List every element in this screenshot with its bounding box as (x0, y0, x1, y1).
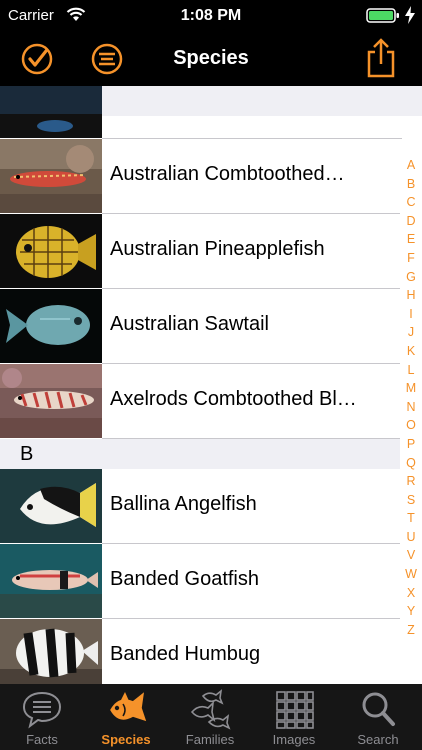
fish-family-icon (190, 689, 231, 730)
species-thumbnail (0, 289, 102, 363)
section-letter: B (20, 443, 34, 465)
species-name: Banded Humbug (110, 643, 261, 665)
list-item[interactable]: Banded Humbug (0, 619, 402, 684)
index-letter-d[interactable]: D (400, 212, 422, 231)
species-thumbnail (0, 139, 102, 213)
grid-icon (276, 691, 314, 729)
index-letter-s[interactable]: S (400, 491, 422, 510)
tab-families[interactable]: Families (168, 684, 252, 750)
index-letter-u[interactable]: U (400, 528, 422, 547)
section-index[interactable]: A B C D E F G H I J K L M N O P Q R S T … (400, 156, 422, 640)
tab-facts[interactable]: Facts (0, 684, 84, 750)
species-thumbnail (0, 214, 102, 288)
species-thumbnail (0, 544, 102, 618)
tab-label: Search (357, 732, 399, 747)
index-letter-f[interactable]: F (400, 249, 422, 268)
index-letter-a[interactable]: A (400, 156, 422, 175)
list-item[interactable]: Australian Pineapplefish (0, 214, 402, 289)
index-letter-v[interactable]: V (400, 546, 422, 565)
list-item[interactable]: Australian Combtoothed… (0, 139, 402, 214)
tab-species[interactable]: Species (84, 684, 168, 750)
index-letter-b[interactable]: B (400, 175, 422, 194)
index-letter-k[interactable]: K (400, 342, 422, 361)
clock: 1:08 PM (180, 7, 242, 24)
species-name: Axelrods Combtoothed Bl… (110, 388, 357, 410)
tab-label: Facts (26, 732, 58, 747)
index-letter-e[interactable]: E (400, 230, 422, 249)
species-name: Banded Goatfish (110, 568, 259, 590)
index-letter-g[interactable]: G (400, 268, 422, 287)
species-screen: Carrier 1:08 PM Species Australian Combt… (0, 0, 422, 750)
species-name: Australian Combtoothed… (110, 163, 345, 185)
index-letter-o[interactable]: O (400, 416, 422, 435)
page-title: Species (173, 47, 249, 69)
list-item[interactable]: Australian Sawtail (0, 289, 402, 364)
share-icon (367, 38, 395, 78)
species-name: Ballina Angelfish (110, 493, 257, 515)
index-letter-q[interactable]: Q (400, 454, 422, 473)
species-thumbnail (0, 469, 102, 543)
tab-bar: Facts Species Families Images Search (0, 684, 422, 750)
search-icon (362, 692, 395, 726)
index-letter-t[interactable]: T (400, 509, 422, 528)
index-letter-x[interactable]: X (400, 584, 422, 603)
share-button[interactable] (363, 36, 399, 80)
list-item[interactable]: Ballina Angelfish (0, 469, 402, 544)
tab-images[interactable]: Images (252, 684, 336, 750)
index-letter-m[interactable]: M (400, 379, 422, 398)
index-letter-y[interactable]: Y (400, 602, 422, 621)
species-thumbnail (0, 619, 102, 684)
species-name: Australian Pineapplefish (110, 238, 325, 260)
tab-search[interactable]: Search (336, 684, 420, 750)
index-letter-z[interactable]: Z (400, 621, 422, 640)
section-header-b: B (0, 439, 422, 469)
charging-bolt-icon (405, 6, 415, 24)
species-thumbnail (0, 364, 102, 438)
tab-label: Species (101, 732, 151, 747)
index-letter-l[interactable]: L (400, 361, 422, 380)
index-letter-r[interactable]: R (400, 472, 422, 491)
status-bar: Carrier 1:08 PM (0, 0, 422, 32)
index-letter-w[interactable]: W (400, 565, 422, 584)
list-item[interactable] (0, 86, 402, 139)
navigation-bar: Species (0, 32, 422, 86)
species-name: Australian Sawtail (110, 313, 269, 335)
speech-bubble-icon (22, 691, 62, 729)
index-letter-h[interactable]: H (400, 286, 422, 305)
index-letter-n[interactable]: N (400, 398, 422, 417)
tab-label: Images (272, 732, 316, 747)
species-list[interactable]: A Australian Com (0, 86, 422, 684)
species-thumbnail (0, 86, 102, 138)
battery-icon (366, 8, 399, 23)
list-item[interactable]: Axelrods Combtoothed Bl… (0, 364, 402, 439)
index-letter-i[interactable]: I (400, 305, 422, 324)
index-letter-j[interactable]: J (400, 323, 422, 342)
fish-icon (110, 692, 147, 722)
index-letter-c[interactable]: C (400, 193, 422, 212)
list-item[interactable]: Banded Goatfish (0, 544, 402, 619)
tab-label: Families (185, 732, 235, 747)
index-letter-p[interactable]: P (400, 435, 422, 454)
